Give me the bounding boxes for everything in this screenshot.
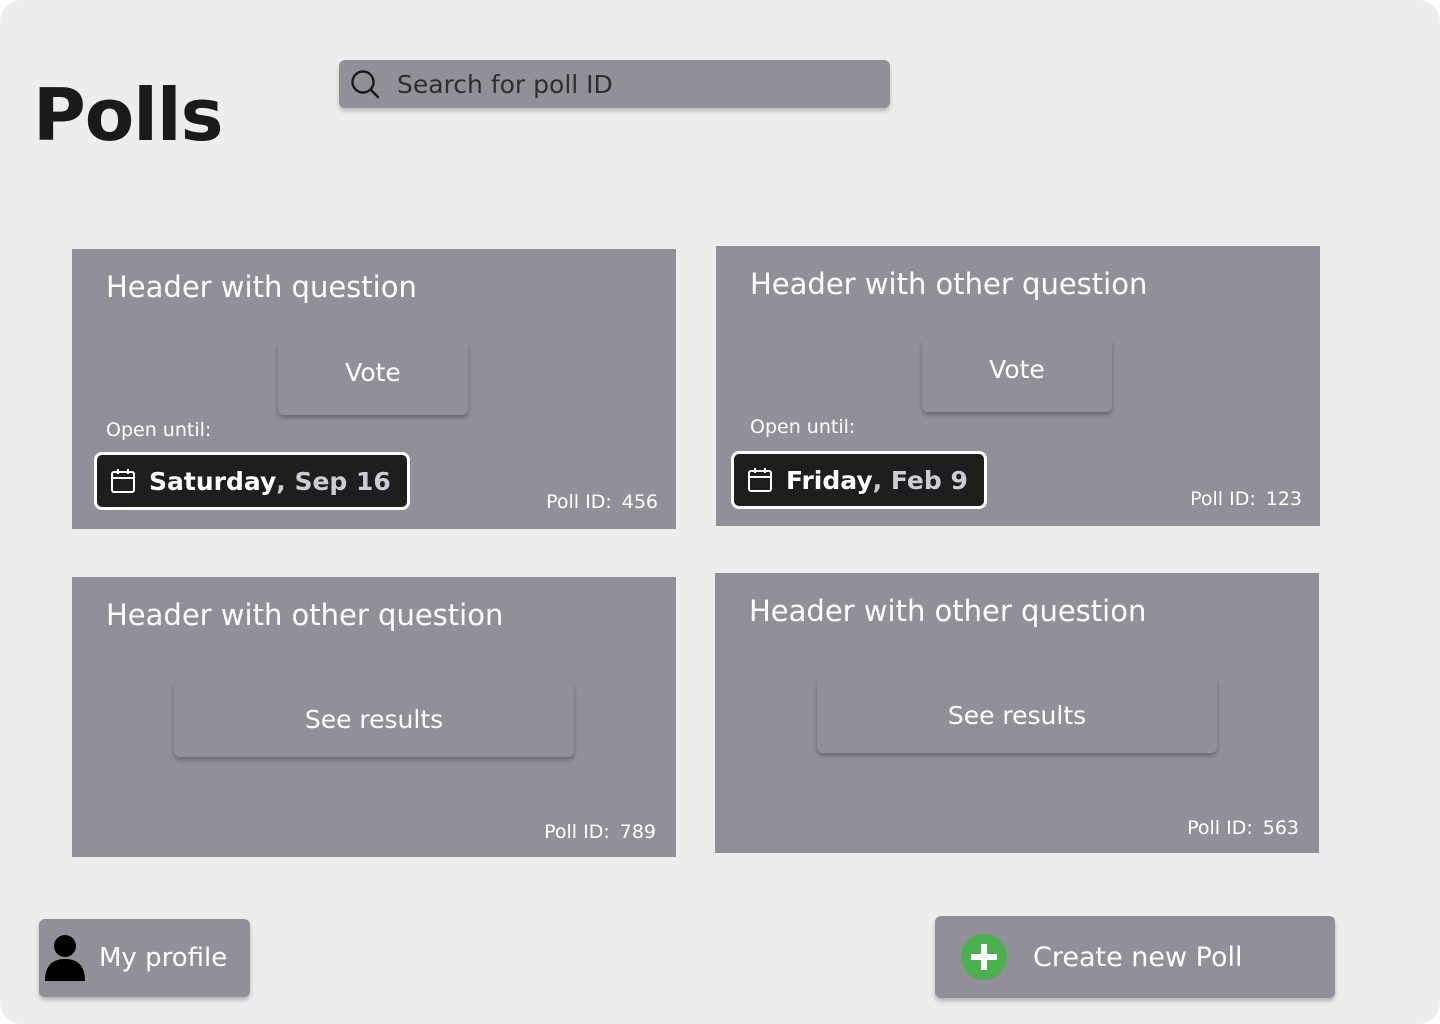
poll-card: Header with question Vote Open until: Sa… <box>72 249 676 529</box>
date-chip[interactable]: Friday, Feb 9 <box>731 451 987 509</box>
poll-id-label: Poll ID: <box>544 821 610 843</box>
poll-header: Header with other question <box>750 267 1148 301</box>
open-until-label: Open until: <box>106 419 212 441</box>
app-window: Polls Header with question Vote Open unt… <box>0 0 1440 1024</box>
my-profile-button[interactable]: My profile <box>39 919 250 997</box>
poll-id: Poll ID: 123 <box>1190 488 1302 510</box>
vote-button[interactable]: Vote <box>278 341 468 415</box>
create-poll-button[interactable]: Create new Poll <box>935 916 1335 998</box>
poll-id-value: 789 <box>619 821 656 843</box>
plus-circle-icon <box>961 934 1007 980</box>
poll-card: Header with other question Vote Open unt… <box>716 246 1320 526</box>
date-chip[interactable]: Saturday, Sep 16 <box>94 452 410 510</box>
poll-id-label: Poll ID: <box>1190 488 1256 510</box>
search-input[interactable] <box>397 69 857 99</box>
poll-card: Header with other question See results P… <box>72 577 676 857</box>
vote-button[interactable]: Vote <box>922 338 1112 412</box>
my-profile-label: My profile <box>99 943 228 973</box>
poll-id-label: Poll ID: <box>1187 817 1253 839</box>
poll-id-value: 456 <box>621 491 658 513</box>
date-day: Friday <box>786 465 873 495</box>
poll-id-label: Poll ID: <box>546 491 612 513</box>
person-icon <box>45 935 85 981</box>
poll-card: Header with other question See results P… <box>715 573 1319 853</box>
poll-id: Poll ID: 563 <box>1187 817 1299 839</box>
see-results-button[interactable]: See results <box>817 677 1217 753</box>
poll-header: Header with question <box>106 270 417 304</box>
poll-id-value: 563 <box>1262 817 1299 839</box>
date-rest: , Sep 16 <box>276 466 391 496</box>
poll-id: Poll ID: 789 <box>544 821 656 843</box>
search-icon <box>351 70 380 99</box>
poll-header: Header with other question <box>106 598 504 632</box>
open-until-label: Open until: <box>750 416 856 438</box>
create-poll-label: Create new Poll <box>1033 941 1243 973</box>
date-rest: , Feb 9 <box>872 465 968 495</box>
calendar-icon <box>748 468 772 492</box>
page-title: Polls <box>33 73 223 157</box>
poll-id-value: 123 <box>1265 488 1302 510</box>
poll-header: Header with other question <box>749 594 1147 628</box>
date-day: Saturday <box>149 466 277 496</box>
calendar-icon <box>111 469 135 493</box>
see-results-button[interactable]: See results <box>174 681 574 757</box>
poll-id: Poll ID: 456 <box>546 491 658 513</box>
search-bar[interactable] <box>339 60 890 108</box>
